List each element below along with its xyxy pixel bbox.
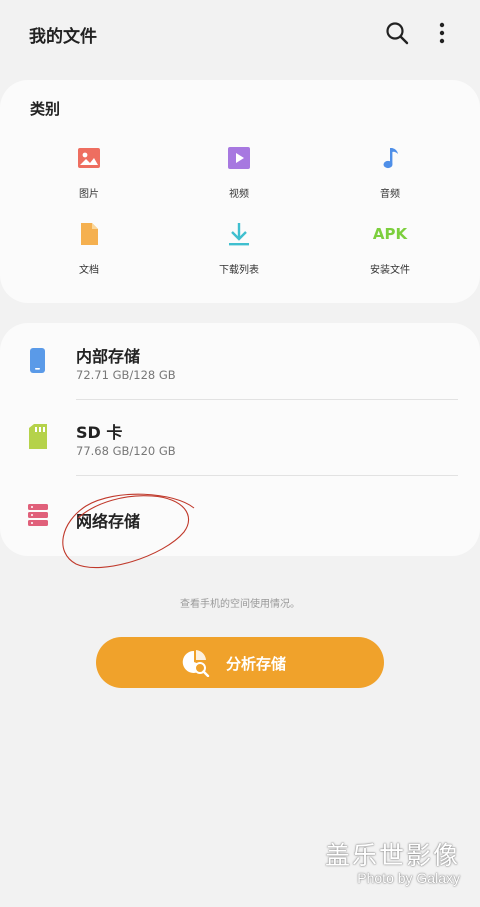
storage-item-internal[interactable]: 内部存储 72.71 GB/128 GB (0, 323, 480, 399)
page-title: 我的文件 (29, 27, 97, 47)
download-icon (229, 223, 249, 246)
apk-icon: APK (372, 225, 408, 243)
handwritten-circle-annotation (62, 493, 195, 569)
search-button[interactable] (384, 20, 410, 46)
analyze-storage-label: 分析存储 (226, 655, 287, 673)
storage-name: SD 卡 (76, 423, 123, 442)
storage-item-network[interactable]: 网络存储 (0, 476, 480, 569)
storage-hint-text: 查看手机的空间使用情况。 (180, 599, 300, 610)
category-documents[interactable]: 文档 (24, 221, 154, 287)
storage-name: 内部存储 (76, 347, 141, 366)
sd-card-icon (29, 424, 47, 449)
category-label: 文档 (79, 265, 99, 276)
category-label: 安装文件 (370, 265, 410, 276)
video-icon (228, 147, 250, 169)
storage-size: 72.71 GB/128 GB (76, 368, 176, 382)
image-icon (78, 148, 100, 168)
more-options-button[interactable] (432, 20, 452, 46)
more-vertical-icon (439, 22, 445, 44)
watermark: 盖乐世影像 Photo by Galaxy (324, 841, 460, 887)
categories-title: 类别 (30, 100, 61, 118)
category-label: 图片 (79, 189, 99, 200)
category-downloads[interactable]: 下载列表 (174, 221, 304, 287)
search-icon (386, 22, 409, 45)
watermark-line1: 盖乐世影像 (324, 841, 460, 870)
phone-icon (30, 348, 45, 373)
category-audio[interactable]: 音频 (325, 145, 455, 211)
storage-item-sd-card[interactable]: SD 卡 77.68 GB/120 GB (0, 400, 480, 476)
category-label: 视频 (229, 189, 249, 200)
server-icon (28, 504, 48, 526)
category-install-files[interactable]: APK 安装文件 (325, 221, 455, 287)
app-bar: 我的文件 (0, 0, 480, 70)
category-label: 下载列表 (219, 265, 259, 276)
category-images[interactable]: 图片 (24, 145, 154, 211)
storage-size: 77.68 GB/120 GB (76, 444, 176, 458)
category-videos[interactable]: 视频 (174, 145, 304, 211)
categories-card: 类别 图片 视频 音频 文档 下载列表 APK 安装文件 (0, 80, 480, 303)
storage-card: 内部存储 72.71 GB/128 GB SD 卡 77.68 GB/120 G… (0, 323, 480, 569)
document-icon (81, 223, 98, 245)
category-label: 音频 (380, 189, 400, 200)
watermark-line2: Photo by Galaxy (357, 870, 460, 886)
music-note-icon (383, 148, 398, 169)
analyze-storage-icon (182, 650, 210, 677)
analyze-storage-button[interactable]: 分析存储 (96, 637, 384, 688)
